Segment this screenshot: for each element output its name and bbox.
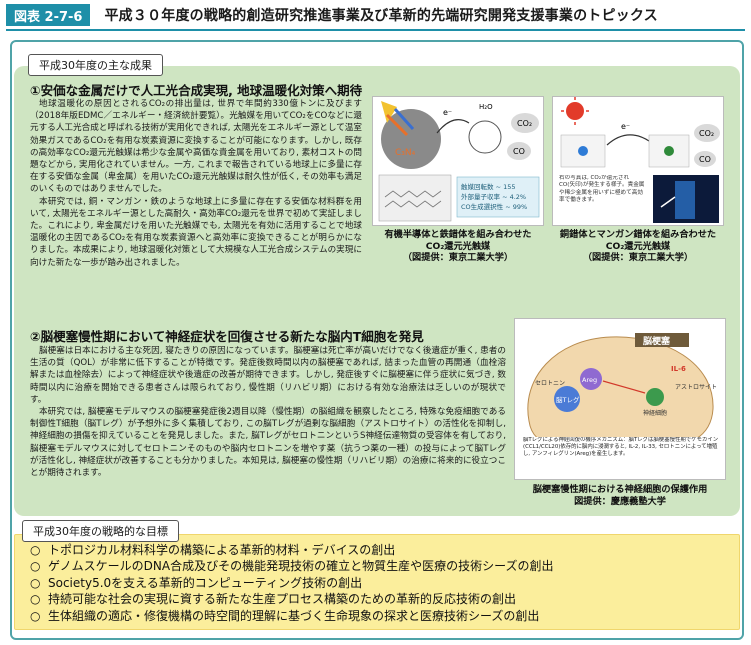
section2-paragraph: 本研究では, 脳梗塞モデルマウスの脳梗塞発症後2週目以降（慢性期）の脳組織を観察… [30,407,506,479]
caption-line: 有機半導体と鉄錯体を組み合わせた [384,229,532,240]
electron-arrow [606,134,650,146]
co-label: CO [699,155,711,164]
manganese-center [664,146,674,156]
caption-line: 脳梗塞慢性期における神経細胞の保護作用 [532,484,708,495]
brain-figure: 脳梗塞 Areg IL-6 脳Tレグ セロトニン 神経細胞 アストロサイト 脳T… [514,318,726,480]
goals-label: 平成30年度の戦略的な目標 [22,520,179,542]
goal-item: ○ ゲノムスケールのDNA合成及びその機能発現技術の確立と物質生産や医療の技術シー… [30,558,730,574]
goal-item: ○ 生体組織の適応・修復機構の時空間的理解に基づく生命現象の探求と医療技術シーズの… [30,608,730,624]
section1-paragraph: 本研究では, 銅・マンガン・鉄のような地球上に多量に存在する安価な材料群を用いて… [30,196,362,268]
bullet-mark: ○ [30,543,41,557]
copper-manganese-diagram: e⁻ CO₂ CO 右の写真は, CO₂が還元され CO(矢印)が発生する様子。… [559,97,720,223]
treg-label: 脳Tレグ [556,395,580,404]
bullet-mark: ○ [30,575,41,590]
caption-line: CO₂還元光触媒 [425,240,491,252]
header-rule [6,29,745,31]
copper-manganese-figure: e⁻ CO₂ CO 右の写真は, CO₂が還元され CO(矢印)が発生する様子。… [552,96,724,226]
copper-manganese-caption: 銅錯体とマンガン錯体を組み合わせた CO₂還元光触媒 （図提供：東京工業大学） [552,229,724,264]
iron-catalyst-diagram: C₃N₄ e⁻ H₂O CO₂ CO 触媒回転数 ~ 155 外部量子収率 ~ … [378,101,540,222]
section2-body: 脳梗塞は日本における主な死因, 寝たきりの原因になっています。脳梗塞は死亡率が高… [30,345,506,479]
il6-label: IL-6 [671,365,686,373]
results-label: 平成30年度の主な成果 [28,54,163,76]
neuron-label: 神経細胞 [643,409,667,417]
iron-complex [468,120,502,154]
brain-note: 脳Tレグによる神経回復の機序メカニズム：脳Tレグは脳梗塞慢性期でケモカイン(CC… [523,437,719,458]
caption-line: CO₂還元光触媒 [605,240,671,252]
figure-note-container: 右の写真は, CO₂が還元され CO(矢印)が発生する様子。貴金属や稀少金属を用… [559,175,645,204]
quantum-yield: 外部量子収率 ~ 4.2% [461,192,526,201]
goal-text: ゲノムスケールのDNA合成及びその機能発現技術の確立と物質生産や医療の技術シーズ… [48,559,554,574]
caption-line: 図提供：慶應義塾大学 [574,495,666,507]
figure-note: 右の写真は, CO₂が還元され CO(矢印)が発生する様子。貴金属や稀少金属を用… [559,175,645,204]
figure-title: 平成３０年度の戦略的創造研究推進事業及び革新的先端研究開発支援事業のトピックス [104,8,658,24]
bullet-mark: ○ [30,559,41,574]
reaction-vessel [675,181,695,219]
caption-line: （図提供：東京工業大学） [402,252,514,263]
section1-title: ①安価な金属だけで人工光合成実現, 地球温暖化対策へ期待 [30,83,363,98]
section1-body: 地球温暖化の原因とされるCO₂の排出量は, 世界で年間約330億トンに及びます（… [30,98,362,269]
stroke-label: 脳梗塞 [642,335,671,347]
goal-text: 生体組織の適応・修復機構の時空間的理解に基づく生命現象の探求と医療技術シーズの創… [48,608,540,623]
electron-label: e⁻ [443,108,452,117]
figure-header: 図表 2-7-6 平成３０年度の戦略的創造研究推進事業及び革新的先端研究開発支援… [0,0,751,30]
bullet-mark: ○ [30,592,41,607]
iron-catalyst-caption: 有機半導体と鉄錯体を組み合わせた CO₂還元光触媒 （図提供：東京工業大学） [372,229,544,264]
water-label: H₂O [479,103,493,111]
brain-note-container: 脳Tレグによる神経回復の機序メカニズム：脳Tレグは脳梗塞慢性期でケモカイン(CC… [523,437,719,458]
neuron-cell [646,388,664,406]
astrocyte-label: アストロサイト [675,384,717,391]
molecular-structure [378,174,452,222]
sun-icon [566,102,584,120]
electron-arrow [436,119,470,134]
c3n4-label: C₃N₄ [395,148,416,158]
brain-diagram: 脳梗塞 Areg IL-6 脳Tレグ セロトニン 神経細胞 アストロサイト 脳T… [523,333,719,458]
goal-item: ○ Society5.0を支える革新的コンピューティング技術の創出 [30,575,730,591]
iron-catalyst-figure: C₃N₄ e⁻ H₂O CO₂ CO 触媒回転数 ~ 155 外部量子収率 ~ … [372,96,544,226]
goal-text: トポロジカル材料科学の構築による革新的材料・デバイスの創出 [48,543,396,557]
goal-item: ○ 持続可能な社会の実現に資する新たな生産プロセス構築のための革新的反応技術の創出 [30,591,730,607]
bullet-mark: ○ [30,608,41,623]
figure-number: 図表 2-7-6 [6,4,91,26]
section2-paragraph: 脳梗塞は日本における主な死因, 寝たきりの原因になっています。脳梗塞は死亡率が高… [30,346,506,405]
section2-title: ②脳梗塞慢性期において神経症状を回復させる新たな脳内T細胞を発見 [30,329,424,344]
goals-list: ○ トポロジカル材料科学の構築による革新的材料・デバイスの創出 ○ ゲノムスケールの… [30,542,730,624]
turnover-number: 触媒回転数 ~ 155 [461,182,516,191]
caption-line: 銅錯体とマンガン錯体を組み合わせた [559,229,717,240]
electron-label: e⁻ [621,122,630,131]
goal-text: 持続可能な社会の実現に資する新たな生産プロセス構築のための革新的反応技術の創出 [48,592,517,607]
areg-label: Areg [582,376,597,384]
goal-item: ○ トポロジカル材料科学の構築による革新的材料・デバイスの創出 [30,542,730,558]
section1-paragraph: 地球温暖化の原因とされるCO₂の排出量は, 世界で年間約330億トンに及びます（… [30,99,362,195]
serotonin-label: セロトニン [535,380,565,387]
co-selectivity: CO生成選択性 ~ 99% [461,202,527,211]
co-label: CO [513,147,525,156]
goal-text: Society5.0を支える革新的コンピューティング技術の創出 [48,575,363,590]
co2-label: CO₂ [699,129,714,138]
co2-label: CO₂ [517,119,532,128]
caption-line: （図提供：東京工業大学） [582,252,694,263]
brain-caption: 脳梗塞慢性期における神経細胞の保護作用 図提供：慶應義塾大学 [510,484,730,507]
copper-center [578,146,588,156]
